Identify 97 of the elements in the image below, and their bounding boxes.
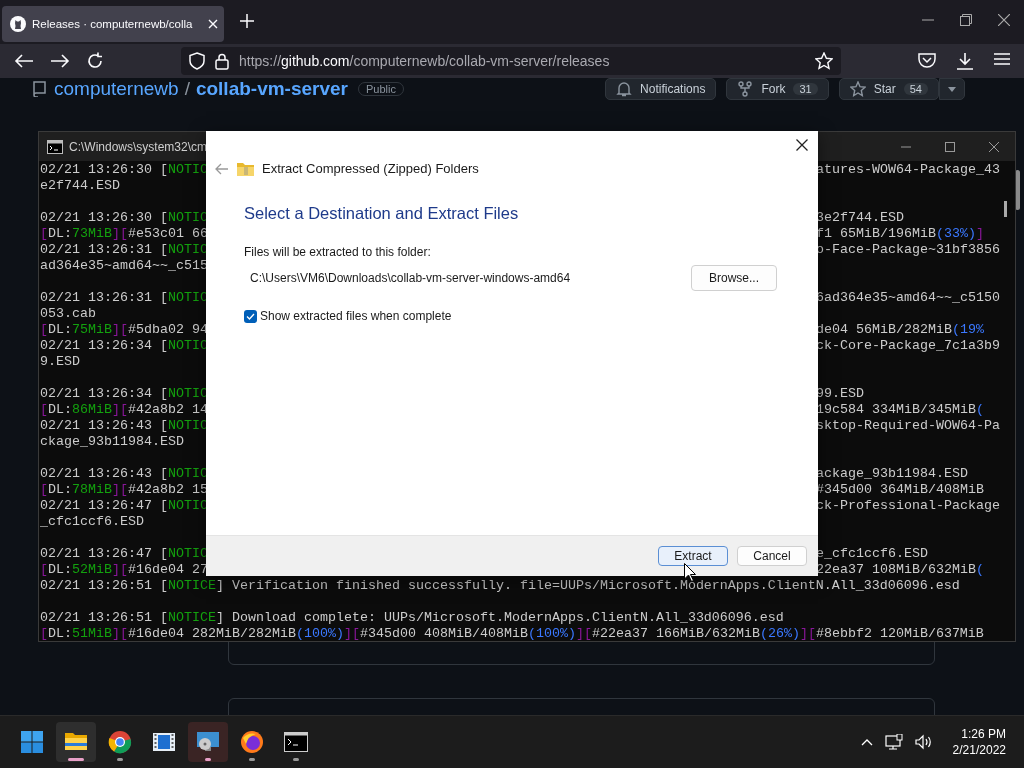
volume-icon[interactable] — [914, 734, 933, 750]
clock-date: 2/21/2022 — [952, 742, 1006, 758]
caret-icon — [948, 86, 956, 92]
reload-icon[interactable] — [86, 52, 104, 70]
console-icon — [47, 139, 63, 154]
checked-checkbox[interactable] — [244, 309, 257, 323]
grid-icon — [21, 731, 43, 753]
repo-action-button[interactable]: Star 54 — [838, 78, 939, 100]
forward-icon[interactable] — [50, 53, 70, 69]
repo-owner-link[interactable]: computernewb — [54, 78, 179, 100]
field-label: Files will be extracted to this folder: — [244, 245, 432, 259]
count-badge: 54 — [903, 83, 928, 95]
flame-globe-icon — [240, 730, 264, 754]
console-text: 02/21 13:26:43 [NOTIC — [40, 466, 208, 482]
console-text: sktop-Required-WOW64-Pa — [816, 418, 1000, 434]
chevron-up-icon[interactable] — [860, 738, 873, 746]
count-badge: 31 — [793, 83, 818, 95]
dialog-button[interactable]: Cancel — [737, 546, 807, 566]
close-icon[interactable] — [989, 141, 999, 152]
menu-icon[interactable] — [994, 52, 1010, 66]
console-text: 9.ESD — [40, 354, 80, 370]
path-separator: / — [184, 78, 190, 100]
lock-icon — [215, 52, 229, 70]
console-text: e_cfc1ccf6.ESD — [816, 546, 928, 562]
star-icon[interactable] — [815, 52, 833, 70]
console-text: #345d00 364MiB/408MiB — [816, 482, 984, 498]
console-text: 02/21 13:26:31 [NOTIC — [40, 290, 208, 306]
ring-icon — [108, 730, 132, 754]
repo-action-button[interactable]: Fork 31 — [726, 78, 829, 100]
repo-name-link[interactable]: collab-vm-server — [195, 78, 348, 100]
console-text: 02/21 13:26:34 [NOTIC — [40, 386, 208, 402]
folder-path: C:\Users\VM6\Downloads\collab-vm-server-windows-amd64 — [250, 271, 572, 285]
console-line: [DL:51MiB][#16de04 282MiB/282MiB(100%)][#345d00 408MiB/408MiB(100%)][#22ea37 166MiB/632MiB(26%)][#8ebbf2 120MiB/637MiB — [40, 626, 984, 642]
monitor-disc-icon — [196, 730, 220, 754]
taskbar-app[interactable] — [56, 722, 96, 762]
pocket-icon[interactable] — [918, 52, 936, 68]
dialog-heading: Select a Destination and Extract Files — [244, 204, 520, 223]
cat-logo-icon — [10, 16, 26, 32]
bell-icon — [616, 81, 633, 97]
film-icon — [152, 730, 176, 754]
console-text: 19c584 334MiB/345MiB( — [816, 402, 984, 418]
repo-icon — [32, 81, 46, 97]
console-line: 02/21 13:26:51 [NOTICE] Download complete: UUPs/Microsoft.ModernApps.ClientN.All_33d06096.esd — [40, 610, 784, 626]
scrollbar-thumb[interactable] — [1004, 201, 1007, 217]
console-text: 99.ESD — [816, 386, 864, 402]
console-text: 02/21 13:26:47 [NOTIC — [40, 546, 208, 562]
star-icon — [849, 81, 866, 97]
checkbox-label: Show extracted files when complete — [260, 309, 452, 323]
console-line: 02/21 13:26:51 [NOTICE] Verification finished successfully. file=UUPs/Microsoft.ModernApps.ClientN.All_33d06096.esd — [40, 578, 960, 594]
back-icon[interactable] — [14, 53, 34, 69]
fork-icon — [737, 81, 754, 97]
shield-icon — [189, 52, 205, 70]
browse-button[interactable]: Browse... — [691, 265, 777, 291]
console-text: _cfc1ccf6.ESD — [40, 514, 144, 530]
clock-button[interactable]: 1:26 PM 2/21/2022 — [952, 726, 1006, 758]
browser-tab[interactable]: Releases · computernewb/colla — [2, 6, 224, 42]
console-text: ck-Professional-Package — [816, 498, 1000, 514]
dropdown-button[interactable] — [939, 78, 965, 100]
terminal-icon — [284, 730, 308, 754]
console-text: ad364e35~amd64~~_c515 — [40, 258, 208, 274]
console-text: 3e2f744.ESD — [816, 210, 904, 226]
download-icon[interactable] — [956, 52, 974, 70]
console-text: 02/21 13:26:30 [NOTIC — [40, 210, 208, 226]
dialog-button[interactable]: Extract — [658, 546, 728, 566]
tab-title: Releases · computernewb/colla — [32, 18, 194, 30]
network-icon[interactable] — [884, 734, 903, 750]
console-text: ckage_93b11984.ESD — [40, 434, 184, 450]
restore-icon[interactable] — [960, 14, 972, 26]
new-tab-icon[interactable] — [240, 14, 254, 28]
console-text: 053.cab — [40, 306, 96, 322]
console-text: o-Face-Package~31bf3856 — [816, 242, 1000, 258]
maximize-icon[interactable] — [945, 141, 955, 152]
close-icon[interactable] — [796, 139, 808, 151]
repo-action-button[interactable]: Notifications — [605, 78, 717, 100]
console-text: atures-WOW64-Package_43 — [816, 162, 1000, 178]
console-text: 02/21 13:26:30 [NOTIC — [40, 162, 208, 178]
console-text: [DL:75MiB][#5dba02 94 — [40, 322, 208, 338]
mouse-pointer-icon — [684, 563, 696, 582]
console-text: 02/21 13:26:47 [NOTIC — [40, 498, 208, 514]
console-text: 22ea37 108MiB/632MiB( — [816, 562, 984, 578]
console-text: [DL:86MiB][#42a8b2 14 — [40, 402, 208, 418]
zip-folder-icon — [237, 161, 254, 176]
console-text: 6ad364e35~amd64~~_c5150 — [816, 290, 1000, 306]
address-field[interactable]: https://github.com/computernewb/collab-vm-server/releases — [181, 47, 841, 75]
console-text: 02/21 13:26:34 [NOTIC — [40, 338, 208, 354]
console-text: e2f744.ESD — [40, 178, 120, 194]
console-text: f1 65MiB/196MiB(33%)] — [816, 226, 984, 242]
window-title: C:\Windows\system32\cm — [69, 139, 208, 154]
console-text: 02/21 13:26:31 [NOTIC — [40, 242, 208, 258]
console-text: ck-Core-Package_7c1a3b9 — [816, 338, 1000, 354]
dialog-title: Extract Compressed (Zipped) Folders — [262, 161, 479, 176]
clock-time: 1:26 PM — [961, 726, 1006, 742]
console-text: ackage_93b11984.ESD — [816, 466, 968, 482]
taskbar-app[interactable] — [188, 722, 228, 762]
back-arrow-icon[interactable] — [215, 162, 229, 175]
console-text: 02/21 13:26:43 [NOTIC — [40, 418, 208, 434]
close-icon[interactable] — [998, 14, 1010, 26]
